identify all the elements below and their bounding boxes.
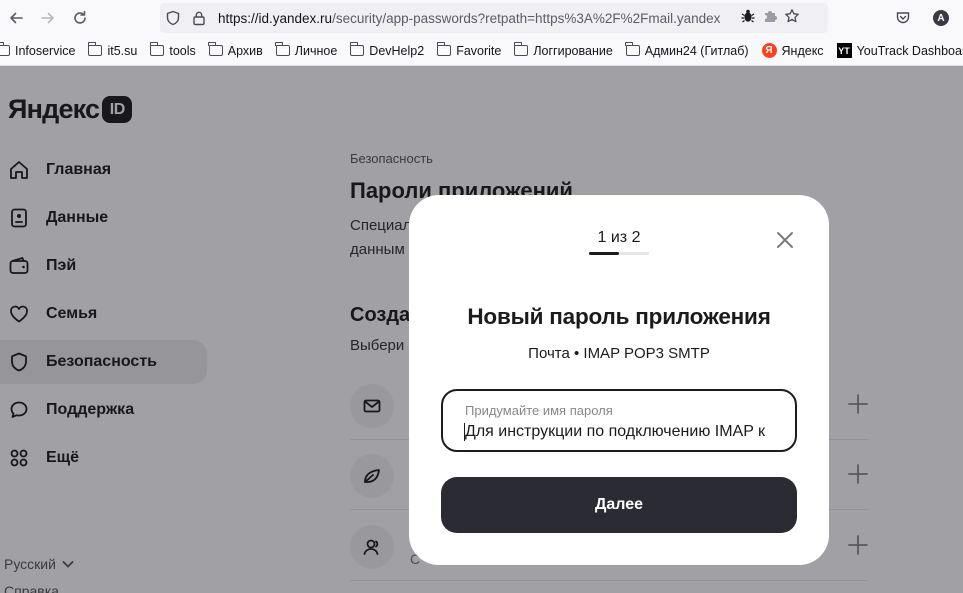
- puzzle-extension-icon[interactable]: [762, 8, 778, 29]
- bookmark-label: tools: [169, 43, 196, 58]
- bookmark-youtrack[interactable]: YT YouTrack Dashboard: [836, 43, 963, 58]
- folder-icon: [275, 42, 290, 56]
- next-button[interactable]: Далее: [441, 477, 797, 533]
- text-caret: [464, 423, 465, 441]
- bookmark-label: Личное: [294, 43, 338, 58]
- browser-toolbar: https://id.yandex.ru/security/app-passwo…: [0, 0, 963, 36]
- bookmark-label: DevHelp2: [369, 43, 425, 58]
- profile-button[interactable]: A: [925, 2, 957, 34]
- folder-icon: [0, 42, 10, 56]
- bookmark-label: it5.su: [107, 43, 138, 58]
- bookmark-label: Яндекс: [781, 43, 824, 58]
- bookmark-star-icon[interactable]: [784, 8, 800, 29]
- bookmark-folder[interactable]: Личное: [275, 42, 338, 58]
- folder-icon: [625, 42, 640, 56]
- bookmark-yandex[interactable]: Я Яндекс: [761, 43, 824, 58]
- bookmark-label: Архив: [227, 43, 263, 58]
- bookmark-folder[interactable]: it5.su: [88, 42, 138, 58]
- youtrack-favicon-icon: YT: [836, 43, 852, 58]
- close-icon: [777, 232, 793, 248]
- folder-icon: [88, 42, 103, 56]
- profile-avatar: A: [933, 10, 949, 26]
- forward-arrow-icon: [41, 12, 54, 24]
- new-app-password-dialog: 1 из 2 Новый пароль приложения Почта • I…: [409, 195, 829, 565]
- step-progress-bar: [589, 252, 649, 255]
- bookmark-folder[interactable]: Favorite: [436, 42, 502, 58]
- bookmark-folder[interactable]: DevHelp2: [349, 42, 425, 58]
- bookmark-label: Админ24 (Гитлаб): [644, 43, 749, 58]
- tracking-shield-icon[interactable]: [160, 3, 186, 33]
- dialog-title: Новый пароль приложения: [467, 304, 771, 329]
- url-bar[interactable]: https://id.yandex.ru/security/app-passwo…: [160, 3, 828, 33]
- pocket-icon[interactable]: [887, 2, 919, 34]
- step-progress-fill: [589, 252, 619, 255]
- step-indicator: 1 из 2: [597, 229, 641, 246]
- forward-button[interactable]: [32, 2, 64, 34]
- yandex-favicon-icon: Я: [761, 43, 777, 58]
- bookmark-label: Логгирование: [533, 43, 613, 58]
- page: Яндекс ID Главная Данные Пэй Семья Безоп…: [0, 66, 963, 593]
- bug-extension-icon[interactable]: [740, 8, 756, 29]
- lock-icon[interactable]: [186, 3, 212, 33]
- bookmark-folder[interactable]: Infoservice: [0, 42, 76, 58]
- dialog-subtitle: Почта • IMAP POP3 SMTP: [528, 345, 710, 362]
- reload-button[interactable]: [64, 2, 96, 34]
- bookmark-label: Infoservice: [15, 43, 76, 58]
- bookmark-folder[interactable]: Логгирование: [513, 42, 613, 58]
- folder-icon: [149, 42, 165, 56]
- password-name-field[interactable]: Придумайте имя пароля: [441, 389, 797, 452]
- bookmark-label: Favorite: [456, 43, 502, 58]
- back-button[interactable]: [0, 2, 32, 34]
- bookmarks-bar: Infoservice it5.su tools Архив Личное De…: [0, 36, 963, 66]
- folder-icon: [349, 42, 365, 56]
- back-arrow-icon: [10, 12, 23, 24]
- close-button[interactable]: [774, 229, 796, 251]
- password-name-label: Придумайте имя пароля: [465, 403, 613, 418]
- url-path: /security/app-passwords?retpath=https%3A…: [332, 10, 721, 26]
- folder-icon: [513, 42, 529, 56]
- password-name-input[interactable]: [465, 421, 783, 443]
- folder-icon: [208, 42, 223, 56]
- bookmark-folder[interactable]: tools: [149, 42, 196, 58]
- url-host: https://id.yandex.ru: [218, 10, 333, 26]
- bookmark-folder[interactable]: Архив: [208, 42, 263, 58]
- bookmark-label: YouTrack Dashboard: [856, 43, 963, 58]
- reload-icon: [74, 10, 86, 24]
- folder-icon: [436, 42, 452, 56]
- bookmark-folder[interactable]: Админ24 (Гитлаб): [625, 42, 749, 58]
- url-text[interactable]: https://id.yandex.ru/security/app-passwo…: [218, 11, 736, 26]
